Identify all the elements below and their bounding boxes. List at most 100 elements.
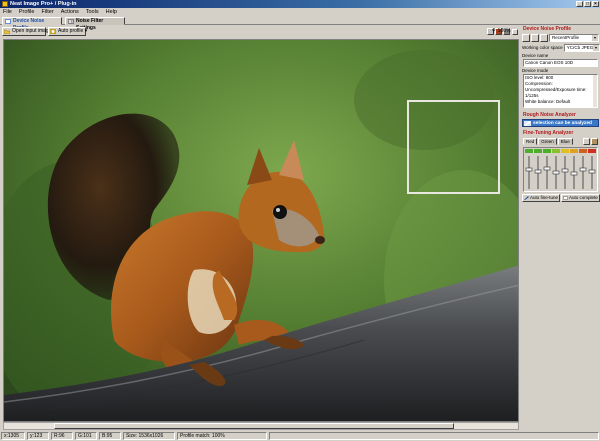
zoom-level[interactable]: 100% [498, 28, 511, 35]
eq-indicator [561, 149, 569, 153]
squirrel-photo [4, 40, 518, 421]
menu-file[interactable]: File [3, 8, 12, 16]
reset-icon[interactable] [583, 138, 590, 145]
status-r: R:96 [51, 432, 73, 440]
tab-device-noise-profile[interactable]: Device Noise Profile [2, 17, 62, 31]
recent-profile-value: RecentProfile [552, 35, 580, 40]
device-mode-scrollbar[interactable] [593, 75, 597, 107]
app-icon [2, 1, 8, 7]
zoom-step-icon[interactable] [512, 28, 519, 35]
chevron-down-icon[interactable]: ▾ [592, 35, 598, 41]
tab-blue[interactable]: Blue [557, 138, 573, 145]
window-controls: _ □ × [576, 1, 599, 7]
eq-slider-knob[interactable] [561, 168, 569, 173]
minimize-icon[interactable]: _ [576, 1, 583, 7]
fine-tuning-analyzer-title: Fine-Tuning Analyzer [523, 130, 574, 136]
tab-noise-filter-settings[interactable]: Noise Filter Settings [65, 17, 125, 31]
chevron-down-icon[interactable]: ▾ [593, 45, 599, 51]
horizontal-scrollbar[interactable] [3, 422, 519, 430]
auto-complete-label: Auto complete [569, 195, 598, 200]
eq-slider-knob[interactable] [525, 167, 533, 172]
toolbar: Open input image Auto profile ▾ ⚲ 100% [0, 26, 600, 37]
eq-indicator [543, 149, 551, 153]
frequency-equalizer[interactable] [523, 147, 598, 192]
menu-help[interactable]: Help [106, 8, 117, 16]
auto-fine-tune-button[interactable]: Auto fine-tune [522, 194, 561, 202]
working-color-space-row: Working color space YCrCb JPEG ▾ [521, 44, 600, 52]
image-preview[interactable] [3, 39, 519, 422]
working-color-space-value: YCrCb JPEG [566, 45, 594, 50]
open-folder-icon [4, 29, 10, 34]
auto-profile-icon [50, 29, 56, 34]
right-panel: Device Noise Profile RecentProfile ▾ Wor… [521, 26, 600, 431]
close-icon[interactable]: × [592, 1, 599, 7]
status-empty [269, 432, 599, 440]
device-noise-profile-title: Device Noise Profile [523, 26, 572, 32]
device-profile-icon [5, 19, 11, 24]
menu-profile[interactable]: Profile [19, 8, 35, 16]
auto-fine-tune-label: Auto fine-tune [530, 195, 559, 200]
equalizer-sliders [525, 149, 596, 189]
selection-status-text: selection can be analyzed [533, 121, 592, 126]
title-bar: Neat Image Pro+ / Plug-in _ □ × [0, 0, 600, 8]
window-title: Neat Image Pro+ / Plug-in [10, 1, 77, 7]
analysis-selection-rectangle[interactable] [407, 100, 500, 194]
auto-complete-icon [563, 196, 569, 200]
open-input-image-button[interactable]: Open input image [2, 27, 51, 36]
zoom-magnifier-icon[interactable]: ⚲ [492, 28, 496, 35]
status-profile-match: Profile match: 100% [177, 432, 267, 440]
menu-bar: File Profile Filter Actions Tools Help [0, 8, 600, 16]
eq-indicator [570, 149, 578, 153]
eq-indicator [579, 149, 587, 153]
status-x: x:1305 [1, 432, 25, 440]
clear-icon[interactable] [591, 138, 598, 145]
menu-filter[interactable]: Filter [41, 8, 53, 16]
open-profile-icon[interactable] [531, 34, 539, 42]
eq-indicator [552, 149, 560, 153]
working-color-space-label: Working color space [522, 45, 563, 50]
open-input-image-label: Open input image [12, 28, 52, 34]
eq-slider-knob[interactable] [579, 167, 587, 172]
profile-options-icon[interactable] [540, 34, 548, 42]
maximize-icon[interactable]: □ [584, 1, 591, 7]
save-profile-icon[interactable] [522, 34, 530, 42]
auto-fine-tune-icon [524, 196, 529, 200]
eq-slider-knob[interactable] [534, 169, 542, 174]
device-name-field[interactable]: Canon Canon EOS 10D [523, 59, 598, 67]
device-mode-line: White balance: Default [525, 99, 571, 104]
zoom-control: ⚲ 100% [492, 28, 519, 35]
status-size: Size: 1536x1026 [123, 432, 175, 440]
eq-slider-knob[interactable] [552, 170, 560, 175]
eq-slider-knob[interactable] [570, 171, 578, 176]
menu-tools[interactable]: Tools [86, 8, 99, 16]
tab-red[interactable]: Red [523, 138, 538, 145]
profile-toolbar: RecentProfile ▾ [521, 33, 600, 42]
auto-profile-label: Auto profile [58, 28, 84, 34]
filter-settings-icon [68, 19, 74, 24]
device-mode-field[interactable]: ISO level: 800 Compression: Uncompressed… [523, 74, 598, 108]
status-y: y:123 [27, 432, 49, 440]
menu-actions[interactable]: Actions [61, 8, 79, 16]
auto-profile-dropdown-icon[interactable]: ▾ [85, 28, 88, 34]
fine-tuning-tabs-row: Red Green Blue [521, 138, 600, 147]
auto-profile-button[interactable]: Auto profile ▾ [48, 27, 88, 36]
status-bar: x:1305 y:123 R:96 G:101 B:95 Size: 1536x… [0, 431, 600, 441]
scrollbar-thumb[interactable] [54, 423, 454, 429]
eq-indicator [525, 149, 533, 153]
eq-indicator [534, 149, 542, 153]
fine-tune-actions: Auto fine-tune Auto complete [521, 194, 600, 202]
eq-slider-knob[interactable] [588, 169, 596, 174]
rough-noise-analyzer-title: Rough Noise Analyzer [523, 112, 576, 118]
eq-slider-knob[interactable] [543, 166, 551, 171]
eq-indicator [588, 149, 596, 153]
selection-status-banner: selection can be analyzed [522, 119, 599, 127]
main-tabs: Device Noise Profile Noise Filter Settin… [0, 16, 600, 31]
analyze-icon [524, 121, 531, 126]
status-b: B:95 [99, 432, 121, 440]
working-color-space-select[interactable]: YCrCb JPEG ▾ [563, 44, 600, 52]
tab-green[interactable]: Green [538, 138, 557, 145]
auto-complete-button[interactable]: Auto complete [561, 194, 600, 202]
status-g: G:101 [75, 432, 97, 440]
app-window: Neat Image Pro+ / Plug-in _ □ × File Pro… [0, 0, 600, 441]
recent-profile-select[interactable]: RecentProfile ▾ [549, 34, 599, 42]
